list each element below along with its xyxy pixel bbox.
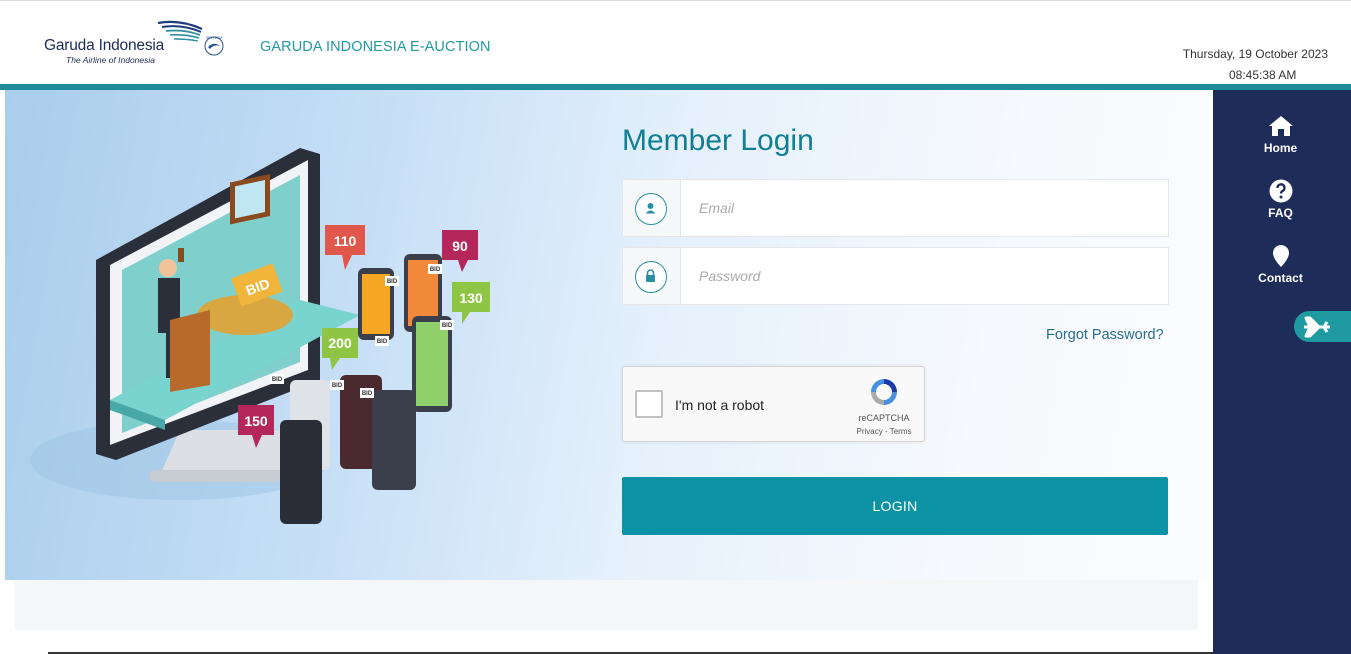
brand-name: Garuda Indonesia	[44, 37, 165, 54]
podium	[170, 310, 210, 392]
garuda-logo[interactable]: Garuda Indonesia The Airline of Indonesi…	[44, 19, 234, 71]
bid-tag-2-text: BID	[387, 279, 398, 285]
question-circle-icon	[1269, 179, 1292, 203]
bid-bubble-1-text: 110	[334, 233, 357, 249]
recaptcha-logo-icon	[871, 379, 897, 405]
airplane-icon	[1304, 316, 1330, 338]
recaptcha-links[interactable]: Privacy - Terms	[849, 427, 919, 436]
bid-tag-4-text: BID	[442, 323, 453, 329]
garuda-bird-icon	[157, 20, 203, 42]
recaptcha-widget: I'm not a robot reCAPTCHA Privacy - Term…	[622, 366, 925, 442]
nav-item-label: Home	[1263, 141, 1298, 155]
footer-area	[15, 580, 1198, 630]
map-pin-icon	[1272, 245, 1289, 267]
header: Garuda Indonesia The Airline of Indonesi…	[0, 0, 1351, 86]
bid-tag-3-text: BID	[430, 267, 441, 273]
phone-3-screen	[416, 322, 448, 406]
app-title: GARUDA INDONESIA E-AUCTION	[260, 39, 491, 55]
password-input[interactable]	[680, 247, 1169, 305]
brand-tagline: The Airline of Indonesia	[66, 55, 155, 65]
bid-bubble-4-text: 200	[328, 335, 352, 351]
phone-6	[372, 390, 416, 490]
current-time: 08:45:38 AM	[1229, 68, 1297, 82]
recaptcha-brand: reCAPTCHA	[858, 413, 910, 423]
auction-illustration: BID 110 90 130 200 150 BID BID BID BID B…	[30, 148, 490, 524]
nav-item-faq[interactable]: FAQ	[1213, 179, 1348, 220]
login-title: Member Login	[622, 124, 814, 157]
email-input[interactable]	[680, 179, 1169, 237]
plane-tab-button[interactable]	[1294, 311, 1351, 342]
email-field-group	[622, 179, 1169, 237]
phone-7	[280, 420, 322, 524]
nav-item-home[interactable]: Home	[1213, 114, 1348, 155]
bid-tag-1-text: BID	[272, 377, 283, 383]
nav-item-label: Contact	[1258, 271, 1303, 285]
nav-item-contact[interactable]: Contact	[1213, 244, 1348, 285]
bid-tag-5-text: BID	[377, 339, 388, 345]
bid-bubble-2-text: 90	[452, 238, 468, 254]
auctioneer-head	[159, 259, 177, 277]
bid-bubble-5-text: 150	[244, 413, 268, 429]
current-date: Thursday, 19 October 2023	[1182, 47, 1328, 61]
bid-tag-6-text: BID	[332, 383, 343, 389]
recaptcha-label: I'm not a robot	[675, 397, 765, 413]
nav-item-label: FAQ	[1268, 206, 1293, 220]
skyteam-seal-icon: SKYTEAM	[204, 36, 224, 56]
lock-icon	[635, 261, 667, 293]
password-field-group	[622, 247, 1169, 305]
forgot-password-link[interactable]: Forgot Password?	[1046, 327, 1164, 343]
app-window: Garuda Indonesia The Airline of Indonesi…	[0, 0, 1351, 654]
home-icon	[1268, 116, 1293, 136]
right-sidebar: Home FAQ Contact	[1213, 90, 1351, 654]
gavel-icon	[178, 248, 184, 262]
recaptcha-checkbox[interactable]	[635, 390, 663, 418]
bid-bubble-3-text: 130	[459, 290, 483, 306]
bid-tag-7-text: BID	[362, 391, 373, 397]
login-button[interactable]: LOGIN	[622, 477, 1168, 535]
seal-text: SKYTEAM	[206, 36, 222, 40]
painting-canvas	[235, 180, 265, 219]
user-icon	[635, 193, 667, 225]
